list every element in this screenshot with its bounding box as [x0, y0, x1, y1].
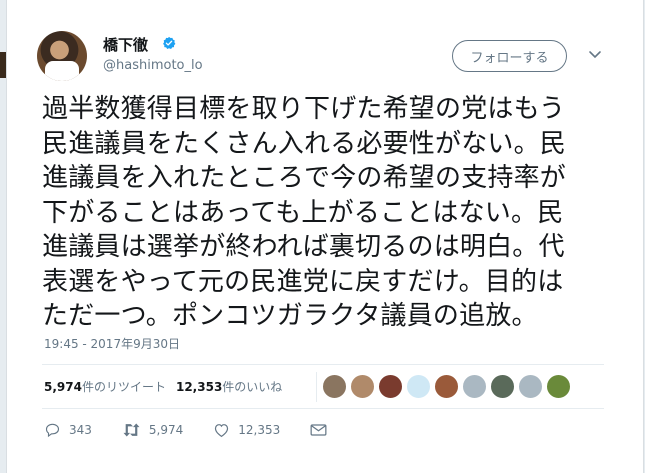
avatar-4[interactable]: [406, 374, 431, 399]
retweet-stat-label: 件のリツイート: [81, 380, 166, 394]
follow-button[interactable]: フォローする: [452, 40, 567, 72]
retweet-icon: [123, 423, 140, 437]
avatar-9[interactable]: [546, 374, 571, 399]
mail-icon: [310, 424, 327, 436]
avatar-7[interactable]: [490, 374, 515, 399]
like-stat[interactable]: 12,353件のいいね: [176, 378, 282, 395]
verified-badge-icon: [163, 36, 176, 49]
profile-handle[interactable]: @hashimoto_lo: [103, 58, 203, 73]
like-stat-label: 件のいいね: [222, 380, 283, 394]
tweet-timestamp[interactable]: 19:45 - 2017年9月30日: [44, 335, 180, 352]
stats-separator: [316, 372, 317, 402]
chevron-down-icon[interactable]: [588, 50, 602, 60]
retweet-stat-count: 5,974: [44, 380, 82, 394]
avatar-1[interactable]: [322, 374, 347, 399]
tweet-text: 過半数獲得目標を取り下げた希望の党はもう 民進議員をたくさん入れる必要性がない。…: [42, 94, 567, 331]
retweet-stat[interactable]: 5,974件のリツイート: [44, 378, 166, 395]
retweet-count: 5,974: [148, 423, 184, 437]
avatar-shirt: [45, 61, 79, 81]
direct-message-button[interactable]: [310, 423, 327, 437]
avatar-3[interactable]: [378, 374, 403, 399]
like-stat-count: 12,353: [175, 380, 223, 394]
reply-count: 343: [69, 423, 92, 437]
avatar-2[interactable]: [350, 374, 375, 399]
avatar-6[interactable]: [462, 374, 487, 399]
avatar-5[interactable]: [434, 374, 459, 399]
tweet-stats: 5,974件のリツイート 12,353件のいいね: [44, 378, 282, 395]
reply-icon: [45, 423, 60, 438]
profile-name[interactable]: 橋下徹: [103, 34, 148, 55]
tweet-actions: 343 5,974 12,353: [44, 422, 357, 438]
divider: [42, 408, 604, 409]
avatar-8[interactable]: [518, 374, 543, 399]
liker-avatars: [322, 374, 571, 399]
like-count: 12,353: [238, 423, 281, 437]
divider: [42, 364, 604, 365]
like-button[interactable]: 12,353: [213, 422, 280, 438]
retweet-button[interactable]: 5,974: [122, 422, 183, 438]
profile-avatar[interactable]: [37, 31, 87, 81]
heart-icon: [215, 424, 229, 438]
reply-button[interactable]: 343: [44, 422, 92, 438]
